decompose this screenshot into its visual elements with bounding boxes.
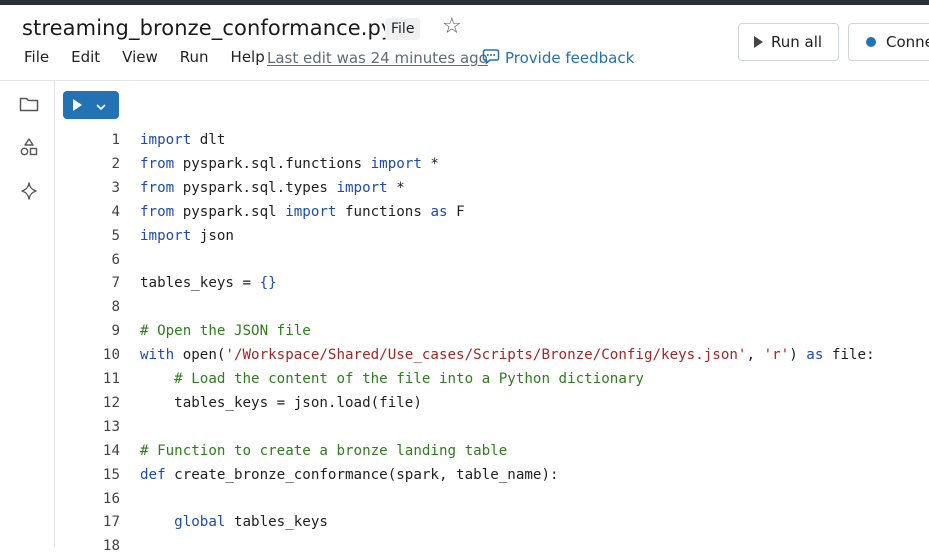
code-line[interactable]: 6 xyxy=(0,248,929,272)
menu-file[interactable]: File xyxy=(24,48,49,66)
menu-bar: File Edit View Run Help xyxy=(24,48,287,66)
line-number: 18 xyxy=(102,538,120,555)
last-edit-link[interactable]: Last edit was 24 minutes ago xyxy=(267,49,488,67)
line-number: 1 xyxy=(111,132,120,148)
code-text: from pyspark.sql import functions as F xyxy=(140,203,465,220)
feedback-label: Provide feedback xyxy=(505,49,635,67)
connect-button[interactable]: Conne xyxy=(848,23,929,61)
code-text: def create_bronze_conformance(spark, tab… xyxy=(140,466,559,483)
code-text: import dlt xyxy=(140,132,226,148)
code-line[interactable]: 10 with open('/Workspace/Shared/Use_cases… xyxy=(0,343,929,367)
line-number: 11 xyxy=(102,371,120,387)
line-number: 9 xyxy=(111,323,120,340)
line-number: 13 xyxy=(102,418,120,435)
code-text: global tables_keys xyxy=(174,514,328,531)
line-number: 6 xyxy=(111,251,120,268)
line-number: 12 xyxy=(102,394,120,411)
code-text: from pyspark.sql.types import * xyxy=(140,179,405,196)
connection-status-dot xyxy=(866,37,876,47)
connect-label: Conne xyxy=(886,33,929,51)
code-line[interactable]: 16 xyxy=(0,487,929,511)
code-line[interactable]: 9 # Open the JSON file xyxy=(0,319,929,343)
code-line[interactable]: 3 from pyspark.sql.types import * xyxy=(0,176,929,200)
code-line[interactable]: 8 xyxy=(0,295,929,319)
line-number: 8 xyxy=(111,299,120,316)
play-icon xyxy=(73,99,82,111)
line-number: 10 xyxy=(102,347,120,364)
feedback-icon xyxy=(482,47,500,69)
code-line[interactable]: 1 import dlt xyxy=(0,128,929,152)
code-line[interactable]: 15 def create_bronze_conformance(spark, t… xyxy=(0,463,929,487)
code-line[interactable]: 2 from pyspark.sql.functions import * xyxy=(0,152,929,176)
code-text: import json xyxy=(140,227,234,244)
run-cell-button[interactable] xyxy=(63,91,119,119)
code-text: # Function to create a bronze landing ta… xyxy=(140,442,508,459)
chevron-down-icon[interactable] xyxy=(96,96,106,115)
line-number: 4 xyxy=(111,203,120,220)
run-all-button[interactable]: Run all xyxy=(738,23,839,61)
notebook-title[interactable]: streaming_bronze_conformance.py xyxy=(22,16,394,40)
code-line[interactable]: 7 tables_keys = {} xyxy=(0,271,929,295)
code-text: tables_keys = {} xyxy=(140,275,277,292)
code-text: with open('/Workspace/Shared/Use_cases/S… xyxy=(140,347,875,364)
folder-icon[interactable] xyxy=(18,93,40,115)
line-number: 15 xyxy=(102,466,120,483)
provide-feedback-link[interactable]: Provide feedback xyxy=(482,47,634,69)
code-line[interactable]: 4 from pyspark.sql import functions as F xyxy=(0,200,929,224)
line-number: 16 xyxy=(102,490,120,507)
code-line[interactable]: 11 # Load the content of the file into a… xyxy=(0,367,929,391)
line-number: 5 xyxy=(111,227,120,244)
code-line[interactable]: 13 xyxy=(0,415,929,439)
code-text: # Open the JSON file xyxy=(140,323,311,340)
code-text: # Load the content of the file into a Py… xyxy=(174,371,644,387)
code-line[interactable]: 5 import json xyxy=(0,224,929,248)
line-number: 2 xyxy=(111,155,120,172)
code-line[interactable]: 14 # Function to create a bronze landing … xyxy=(0,439,929,463)
menu-help[interactable]: Help xyxy=(231,48,265,66)
code-text: from pyspark.sql.functions import * xyxy=(140,155,439,172)
notebook-header: streaming_bronze_conformance.py File ☆ F… xyxy=(0,0,929,81)
run-all-label: Run all xyxy=(771,33,823,51)
line-number: 17 xyxy=(102,514,120,531)
code-line[interactable]: 18 xyxy=(0,534,929,558)
line-number: 3 xyxy=(111,179,120,196)
code-line[interactable]: 17 global tables_keys xyxy=(0,510,929,534)
code-text: tables_keys = json.load(file) xyxy=(140,394,422,411)
star-icon[interactable]: ☆ xyxy=(442,14,462,40)
line-number: 14 xyxy=(102,442,120,459)
play-icon xyxy=(754,36,763,48)
code-line[interactable]: 12 tables_keys = json.load(file) xyxy=(0,391,929,415)
line-number: 7 xyxy=(111,275,120,292)
menu-run[interactable]: Run xyxy=(180,48,209,66)
file-type-badge: File xyxy=(385,18,421,40)
menu-edit[interactable]: Edit xyxy=(71,48,100,66)
menu-view[interactable]: View xyxy=(122,48,158,66)
window-top-edge xyxy=(0,0,929,5)
